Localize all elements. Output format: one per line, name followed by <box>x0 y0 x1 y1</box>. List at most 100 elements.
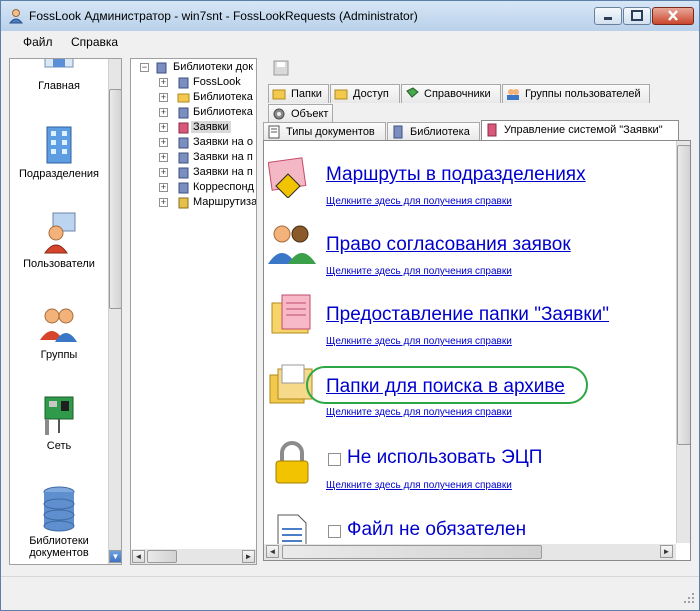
nav-label-groups: Группы <box>40 349 78 361</box>
gear-icon <box>273 108 285 120</box>
tree-item-selected[interactable]: + Заявки <box>131 120 256 135</box>
app-user-icon <box>8 9 24 24</box>
folder-icon <box>272 89 286 100</box>
users-icon <box>507 89 519 100</box>
link-approval-rights[interactable]: Право согласования заявок <box>326 234 571 256</box>
nav-item-libraries[interactable]: Библиотеки документов <box>10 484 108 559</box>
tree-expand-toggle[interactable]: + <box>159 168 168 177</box>
tab-access[interactable]: Доступ <box>330 84 400 103</box>
tree-item[interactable]: + Заявки на о <box>131 135 256 150</box>
maximize-button[interactable] <box>623 7 651 25</box>
tab-object[interactable]: Объект <box>268 104 333 123</box>
title-bar[interactable]: FossLook Администратор - win7snt - FossL… <box>1 1 699 31</box>
nav-item-users[interactable]: Пользователи <box>10 211 108 270</box>
nav-item-groups[interactable]: Группы <box>10 302 108 361</box>
help-link[interactable]: Щелкните здесь для получения справки <box>326 407 512 418</box>
menu-file[interactable]: Файл <box>23 35 53 49</box>
nav-scrollbar[interactable]: ▼ <box>108 59 121 564</box>
nav-item-departments[interactable]: Подразделения <box>10 121 108 180</box>
tree-item[interactable]: + Заявки на п <box>131 165 256 180</box>
content-scroll-left-button[interactable]: ◄ <box>266 545 279 558</box>
entry-approval-rights: Право согласования заявок Щелкните здесь… <box>264 216 674 277</box>
tab-label: Управление системой "Заявки" <box>504 124 663 136</box>
tree-expand-toggle[interactable]: + <box>159 138 168 147</box>
tree-item-label: FossLook <box>193 76 241 88</box>
tree-item-label: Библиотека <box>193 106 253 118</box>
tab-label: Объект <box>291 108 329 120</box>
network-card-icon <box>44 396 74 435</box>
library-icon <box>178 107 189 119</box>
tab-label: Типы документов <box>286 126 375 138</box>
nav-item-network[interactable]: Сеть <box>10 393 108 452</box>
file-not-required-label[interactable]: Файл не обязателен <box>347 519 526 541</box>
tab-document-types[interactable]: Типы документов <box>263 122 386 141</box>
tree-item[interactable]: + Маршрутиза <box>131 195 256 210</box>
tree-collapse-toggle[interactable]: − <box>140 63 149 72</box>
key-folder-icon <box>334 89 348 100</box>
tree-item-label: Заявки на о <box>193 136 253 148</box>
tree-root[interactable]: − Библиотеки док <box>131 60 256 75</box>
link-requests-folder[interactable]: Предоставление папки "Заявки" <box>326 304 609 326</box>
tab-requests-management[interactable]: Управление системой "Заявки" <box>481 120 679 141</box>
tree-item[interactable]: + FossLook <box>131 75 256 90</box>
requests-library-icon <box>178 122 189 134</box>
save-icon[interactable] <box>273 60 289 76</box>
tree-expand-toggle[interactable]: + <box>159 108 168 117</box>
help-link[interactable]: Щелкните здесь для получения справки <box>326 266 512 277</box>
building-icon <box>46 126 72 164</box>
no-signature-checkbox[interactable] <box>328 453 341 466</box>
content-hscroll-thumb[interactable] <box>282 545 542 559</box>
tree-expand-toggle[interactable]: + <box>159 183 168 192</box>
tree-expand-toggle[interactable]: + <box>159 198 168 207</box>
nav-label-network: Сеть <box>46 440 72 452</box>
window-title: FossLook Администратор - win7snt - FossL… <box>29 9 418 23</box>
tree-item-label: Корреспонд <box>193 181 254 193</box>
toolbar <box>263 58 693 80</box>
menu-bar: Файл Справка <box>1 31 699 53</box>
tab-directories[interactable]: Справочники <box>401 84 501 103</box>
tree-expand-toggle[interactable]: + <box>159 78 168 87</box>
tree-scroll-right-button[interactable]: ► <box>242 550 255 563</box>
folder-documents-icon <box>271 294 311 334</box>
entry-department-routes: Маршруты в подразделениях Щелкните здесь… <box>264 146 674 207</box>
no-signature-label[interactable]: Не использовать ЭЦП <box>347 447 542 469</box>
folder-icon <box>177 93 190 103</box>
menu-help[interactable]: Справка <box>71 35 118 49</box>
tree-item[interactable]: + Библиотека <box>131 105 256 120</box>
route-sign-icon <box>268 157 307 198</box>
tab-library[interactable]: Библиотека <box>387 122 480 141</box>
tree-scroll-left-button[interactable]: ◄ <box>132 550 145 563</box>
tree-item[interactable]: + Заявки на п <box>131 150 256 165</box>
tree-item-label: Маршрутиза <box>193 196 257 208</box>
minimize-button[interactable] <box>594 7 622 25</box>
book-icon <box>406 87 419 98</box>
tab-user-groups[interactable]: Группы пользователей <box>502 84 650 103</box>
nav-scroll-thumb[interactable] <box>109 89 121 309</box>
link-department-routes[interactable]: Маршруты в подразделениях <box>326 164 586 186</box>
content-scroll-thumb[interactable] <box>677 145 690 445</box>
tab-label: Библиотека <box>410 126 470 138</box>
tree-expand-toggle[interactable]: + <box>159 153 168 162</box>
resize-grip-icon[interactable] <box>683 592 695 604</box>
tree-item[interactable]: + Корреспонд <box>131 180 256 195</box>
help-link[interactable]: Щелкните здесь для получения справки <box>326 336 512 347</box>
content-scrollbar[interactable] <box>676 141 690 543</box>
tree-expand-toggle[interactable]: + <box>159 123 168 132</box>
tree-horizontal-scrollbar[interactable]: ◄ ► <box>131 549 256 564</box>
tree-expand-toggle[interactable]: + <box>159 93 168 102</box>
content-scroll-right-button[interactable]: ► <box>660 545 673 558</box>
help-link[interactable]: Щелкните здесь для получения справки <box>326 196 512 207</box>
close-button[interactable] <box>652 7 694 25</box>
minimize-icon <box>604 17 612 20</box>
nav-scroll-down-button[interactable]: ▼ <box>109 550 121 563</box>
users-icon <box>268 225 316 264</box>
tree-scroll-thumb[interactable] <box>147 550 177 563</box>
routing-icon <box>178 197 189 209</box>
file-not-required-checkbox[interactable] <box>328 525 341 538</box>
tree-item[interactable]: + Библиотека <box>131 90 256 105</box>
nav-item-home[interactable]: Главная <box>10 59 108 92</box>
content-horizontal-scrollbar[interactable]: ◄ ► <box>264 544 676 560</box>
help-link[interactable]: Щелкните здесь для получения справки <box>326 480 512 491</box>
tab-folders[interactable]: Папки <box>268 84 329 103</box>
library-tree: − Библиотеки док + FossLook + Библиотека… <box>130 58 257 565</box>
